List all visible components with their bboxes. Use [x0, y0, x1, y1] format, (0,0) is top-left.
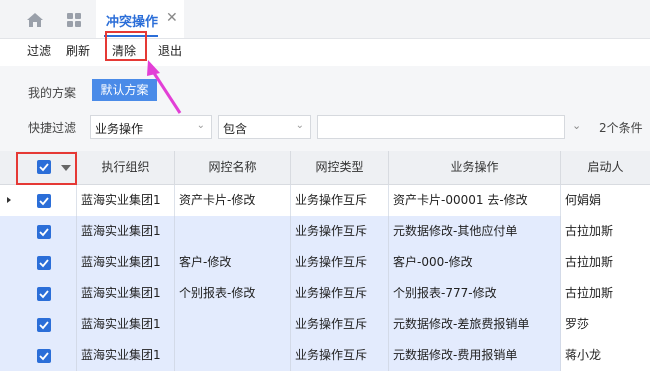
table-cell[interactable]: 元数据修改-差旅费报销单 [388, 309, 560, 340]
table-cell[interactable]: 业务操作互斥 [290, 185, 388, 216]
row-checkbox[interactable] [37, 194, 51, 208]
table-cell[interactable] [174, 340, 290, 371]
table-cell[interactable]: 蓝海实业集团1 [76, 309, 174, 340]
select-all-highlight [16, 152, 77, 185]
plan-label: 我的方案 [28, 86, 77, 100]
table-cell[interactable]: 何娟娟 [560, 185, 650, 216]
table-cell[interactable]: 蓝海实业集团1 [76, 216, 174, 247]
check-icon [39, 352, 49, 361]
table-row[interactable]: 蓝海实业集团1 资产卡片-修改 业务操作互斥 资产卡片-00001 去-修改 何娟娟 [0, 185, 650, 217]
table-cell[interactable]: 元数据修改-其他应付单 [388, 216, 560, 247]
table-row[interactable]: 蓝海实业集团1 业务操作互斥 元数据修改-差旅费报销单 罗莎 [0, 309, 650, 341]
table-cell[interactable]: 个别报表-777-修改 [388, 278, 560, 309]
table-cell[interactable]: 古拉加斯 [560, 278, 650, 309]
row-checkbox[interactable] [37, 349, 51, 363]
filter-value-input[interactable] [317, 115, 565, 139]
table-cell[interactable]: 业务操作互斥 [290, 278, 388, 309]
row-checkbox[interactable] [37, 225, 51, 239]
table-cell[interactable] [174, 216, 290, 247]
filter-operator-select[interactable]: 包含 ⌄ [218, 115, 311, 139]
column-header-org[interactable]: 执行组织 [76, 151, 174, 184]
table-cell[interactable]: 资产卡片-00001 去-修改 [388, 185, 560, 216]
filter-field-select[interactable]: 业务操作 ⌄ [90, 115, 212, 139]
grid-icon[interactable] [66, 12, 82, 28]
pointer-arrow [147, 60, 182, 114]
table-cell[interactable]: 蓝海实业集团1 [76, 247, 174, 278]
table-cell[interactable] [174, 309, 290, 340]
table-cell[interactable]: 蒋小龙 [560, 340, 650, 371]
current-row-marker-icon [7, 197, 11, 203]
table-cell[interactable]: 业务操作互斥 [290, 216, 388, 247]
table-cell[interactable]: 元数据修改-费用报销单 [388, 340, 560, 371]
column-header-business-operation[interactable]: 业务操作 [388, 151, 560, 184]
table-cell[interactable]: 业务操作互斥 [290, 340, 388, 371]
tab-label: 冲突操作 [106, 15, 159, 30]
row-checkbox[interactable] [37, 287, 51, 301]
chevron-down-icon: ⌄ [295, 120, 304, 131]
home-icon[interactable] [26, 12, 44, 28]
table-cell[interactable]: 蓝海实业集团1 [76, 278, 174, 309]
filter-panel: 我的方案 默认方案 快捷过滤 业务操作 ⌄ 包含 ⌄ ⌄ 2个条件 [0, 66, 650, 151]
table-cell[interactable]: 业务操作互斥 [290, 247, 388, 278]
close-icon[interactable]: ✕ [166, 10, 178, 26]
table-cell[interactable]: 资产卡片-修改 [174, 185, 290, 216]
table-cell[interactable]: 罗莎 [560, 309, 650, 340]
column-header-initiator[interactable]: 启动人 [560, 151, 650, 184]
table-row[interactable]: 蓝海实业集团1 业务操作互斥 元数据修改-其他应付单 古拉加斯 [0, 216, 650, 248]
filter-field-value: 业务操作 [95, 122, 144, 136]
check-icon [39, 228, 49, 237]
filter-operator-value: 包含 [223, 122, 248, 136]
table-cell[interactable]: 客户-000-修改 [388, 247, 560, 278]
chevron-down-icon: ⌄ [196, 120, 205, 131]
table-cell[interactable]: 蓝海实业集团1 [76, 185, 174, 216]
row-checkbox[interactable] [37, 318, 51, 332]
tab-bar: 冲突操作 ✕ [0, 0, 650, 39]
row-checkbox[interactable] [37, 256, 51, 270]
check-icon [39, 321, 49, 330]
table-row[interactable]: 蓝海实业集团1 客户-修改 业务操作互斥 客户-000-修改 古拉加斯 [0, 247, 650, 279]
check-icon [39, 197, 49, 206]
table-cell[interactable]: 业务操作互斥 [290, 309, 388, 340]
filter-button[interactable]: 过滤 [27, 42, 51, 59]
table-row[interactable]: 蓝海实业集团1 个别报表-修改 业务操作互斥 个别报表-777-修改 古拉加斯 [0, 278, 650, 310]
table-cell[interactable]: 古拉加斯 [560, 216, 650, 247]
check-icon [39, 290, 49, 299]
column-header-control-name[interactable]: 网控名称 [174, 151, 290, 184]
table-cell[interactable]: 蓝海实业集团1 [76, 340, 174, 371]
refresh-button[interactable]: 刷新 [66, 42, 90, 59]
check-icon [39, 259, 49, 268]
quick-filter-label: 快捷过滤 [28, 121, 77, 135]
condition-count[interactable]: 2个条件 [599, 119, 643, 136]
table-cell[interactable]: 古拉加斯 [560, 247, 650, 278]
column-header-control-type[interactable]: 网控类型 [290, 151, 388, 184]
table-cell[interactable]: 个别报表-修改 [174, 278, 290, 309]
toolbar: 过滤 刷新 清除 退出 [0, 38, 650, 66]
table-row[interactable]: 蓝海实业集团1 业务操作互斥 元数据修改-费用报销单 蒋小龙 [0, 340, 650, 372]
grid-header: 执行组织 网控名称 网控类型 业务操作 启动人 [0, 151, 650, 185]
expand-icon[interactable]: ⌄ [572, 119, 581, 132]
table-cell[interactable]: 客户-修改 [174, 247, 290, 278]
